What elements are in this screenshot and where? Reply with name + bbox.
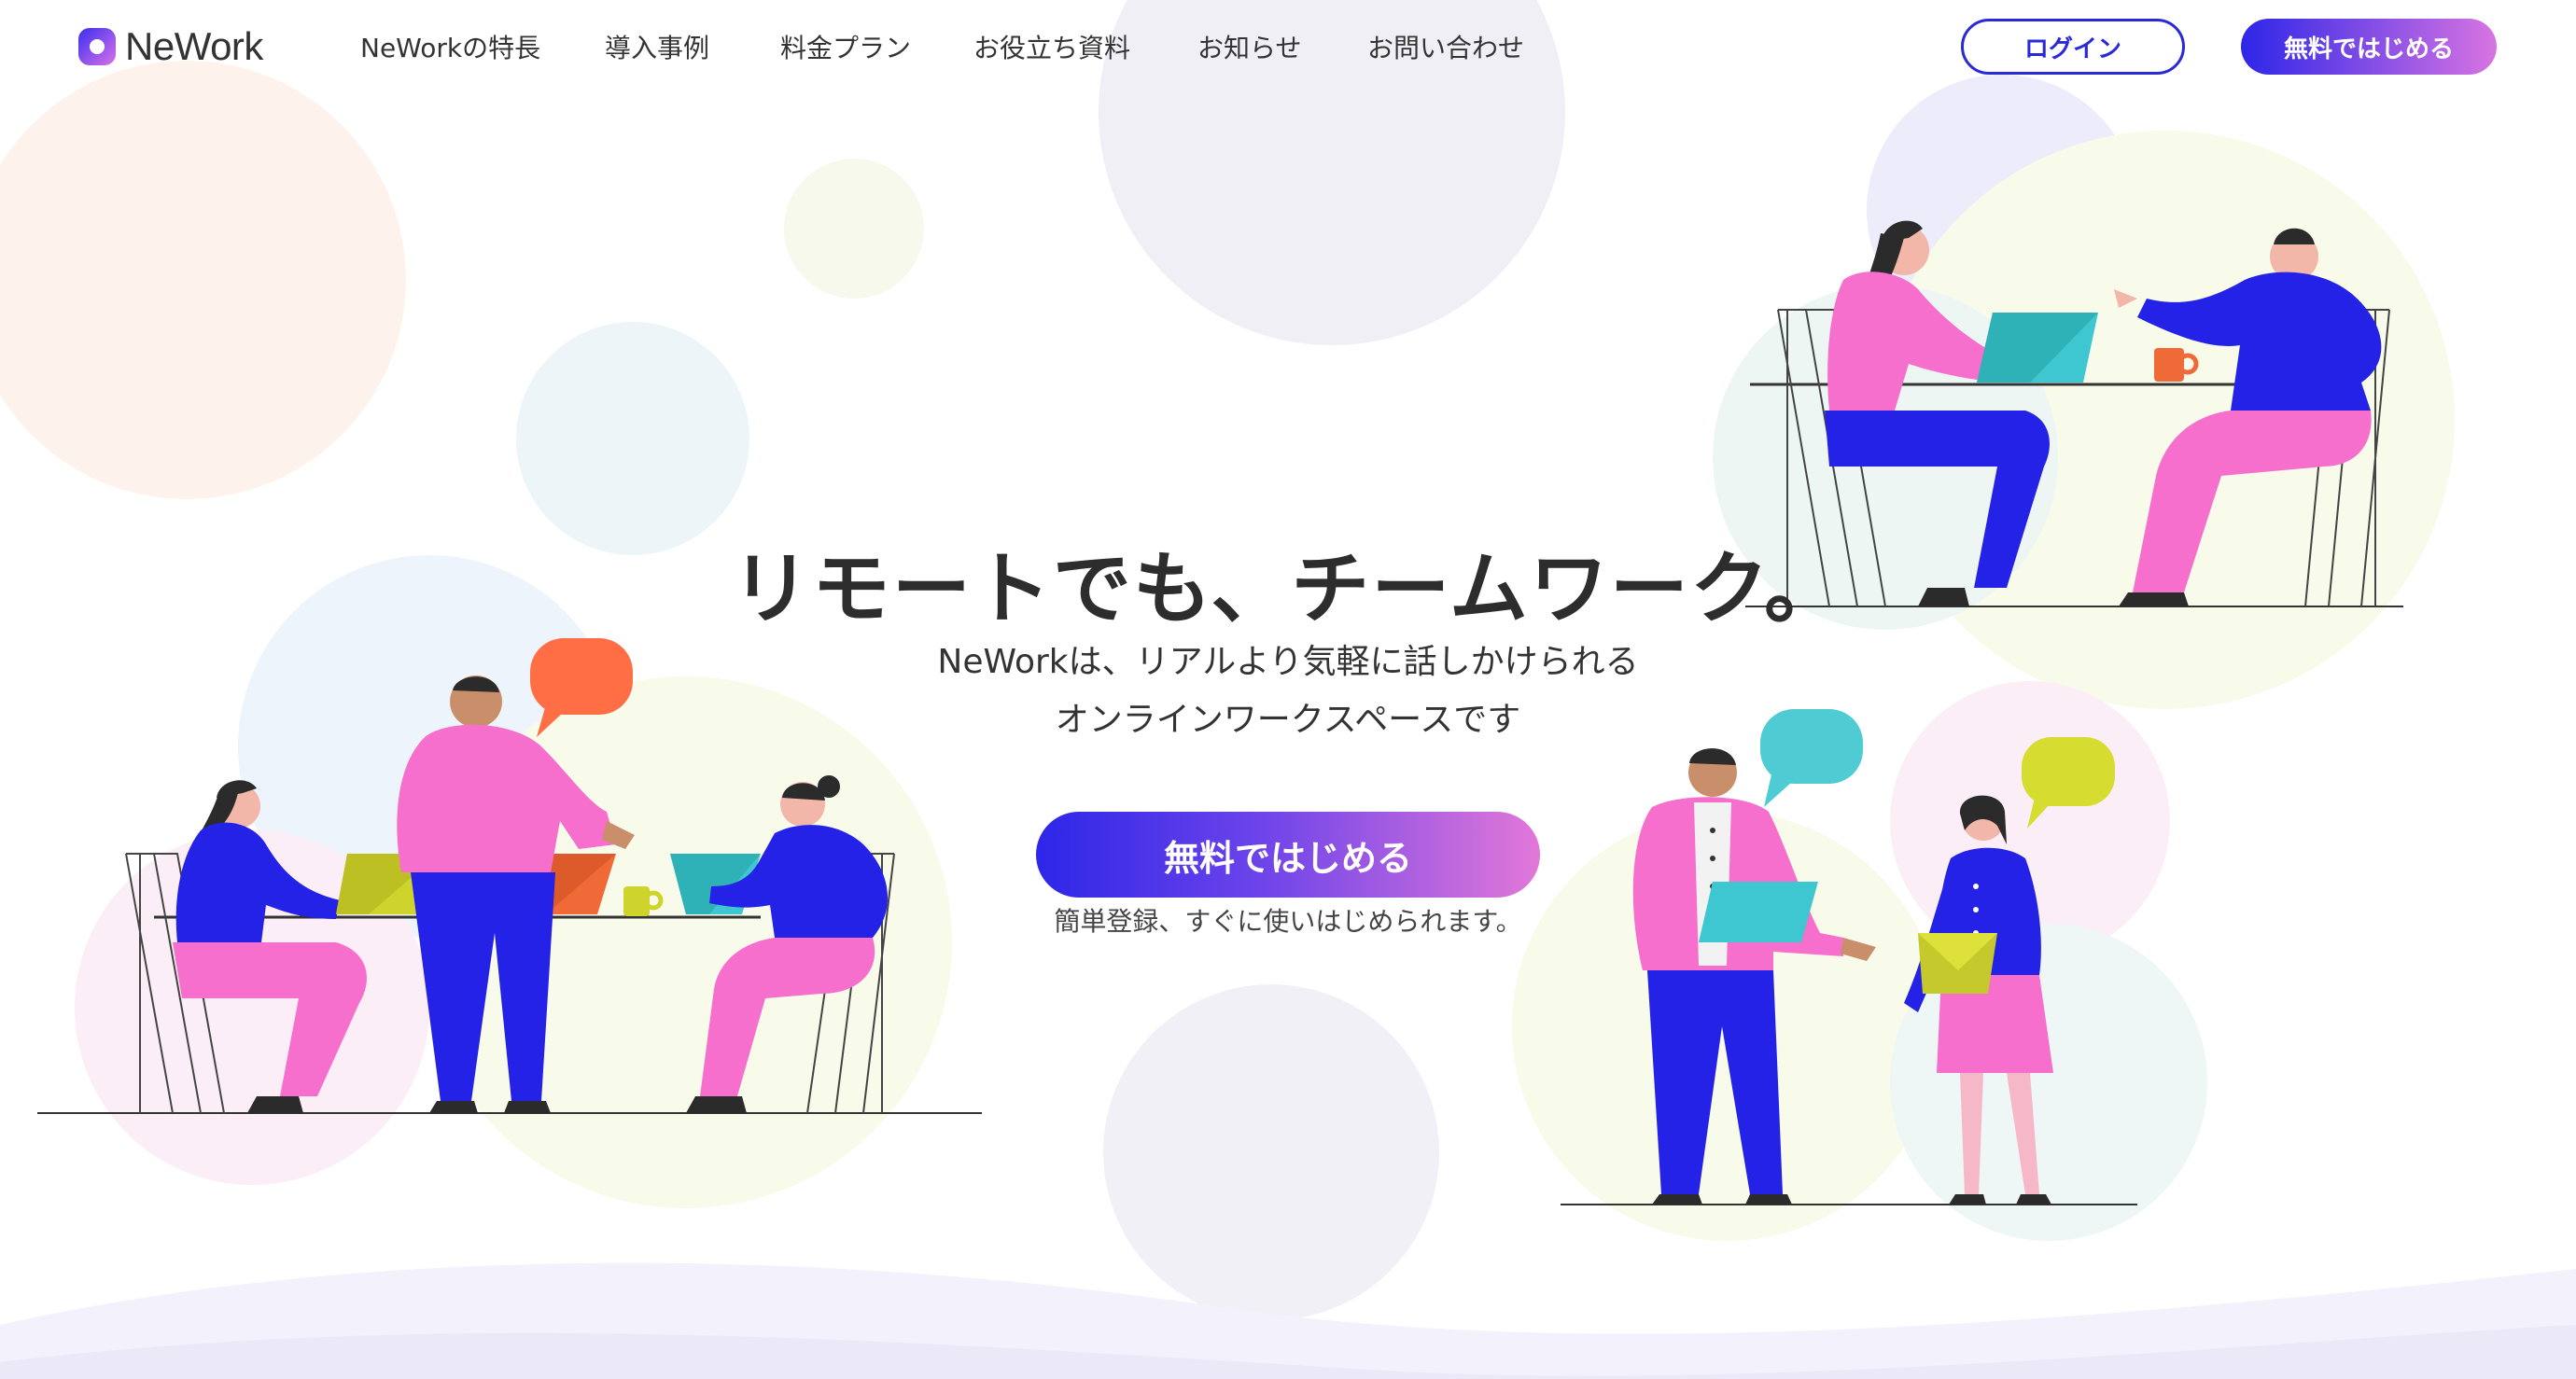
hero-cta-note: 簡単登録、すぐに使いはじめられます。 — [1054, 906, 1522, 937]
nav-item-contact[interactable]: お問い合わせ — [1367, 28, 1524, 65]
hero-illustrations — [37, 220, 2403, 1205]
hero-subtitle-line2: オンラインワークスペースです — [1055, 701, 1521, 739]
nav-item-case-studies[interactable]: 導入事例 — [605, 28, 709, 65]
hero-start-free-button[interactable]: 無料ではじめる — [1036, 812, 1540, 898]
site-header: NeWork NeWorkの特長 導入事例 料金プラン お役立ち資料 お知らせ … — [0, 0, 2576, 93]
nav-item-features[interactable]: NeWorkの特長 — [360, 28, 540, 65]
hero-subtitle-line1: NeWorkは、リアルより気軽に話しかけられる — [937, 643, 1639, 681]
nav-item-resources[interactable]: お役立ち資料 — [973, 28, 1130, 65]
nav-item-pricing[interactable]: 料金プラン — [780, 28, 911, 65]
login-button[interactable]: ログイン — [1961, 19, 2185, 75]
logo-icon — [78, 28, 116, 65]
nav-item-news[interactable]: お知らせ — [1197, 28, 1301, 65]
header-start-free-button[interactable]: 無料ではじめる — [2241, 19, 2497, 75]
logo-text: NeWork — [125, 24, 263, 68]
speech-bubble-icon — [2022, 737, 2115, 829]
hero-title: リモートでも、チームワーク。 — [731, 543, 1845, 635]
logo[interactable]: NeWork — [78, 24, 263, 69]
illustration-standing-right — [1561, 709, 2137, 1205]
